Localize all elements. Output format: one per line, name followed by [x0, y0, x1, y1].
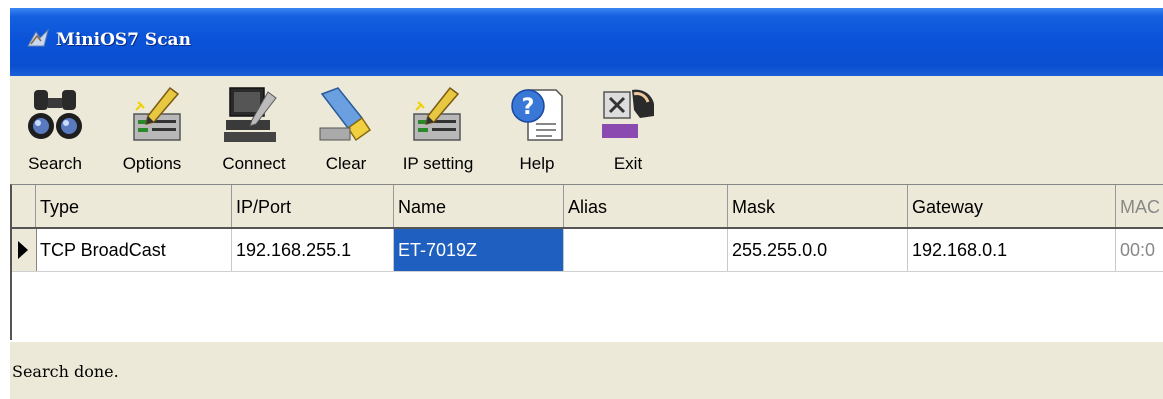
eraser-icon: [319, 87, 372, 142]
cell-type[interactable]: TCP BroadCast: [36, 229, 232, 271]
ip-setting-button[interactable]: IP setting: [390, 84, 486, 180]
status-bar: Search done.: [10, 340, 1163, 399]
binoculars-icon: [28, 90, 82, 139]
column-header-gateway[interactable]: Gateway: [908, 185, 1116, 227]
computer-connect-icon: [224, 87, 277, 142]
search-button-label: Search: [28, 154, 82, 173]
clear-button[interactable]: Clear: [310, 84, 382, 180]
options-button-label: Options: [122, 154, 182, 173]
exit-button-label: Exit: [613, 154, 643, 173]
column-header-ip-port[interactable]: IP/Port: [232, 185, 394, 227]
connect-button-label: Connect: [222, 154, 286, 173]
toolbar: Search Options Connect Clear IP setting …: [10, 76, 1163, 184]
search-button[interactable]: Search: [12, 84, 98, 180]
connect-button[interactable]: Connect: [206, 84, 302, 180]
cell-ip-port[interactable]: 192.168.255.1: [232, 229, 394, 271]
options-pencil-icon: [133, 86, 181, 141]
exit-button[interactable]: Exit: [590, 84, 666, 180]
table-header: Type IP/Port Name Alias Mask Gateway MAC: [12, 185, 1163, 229]
status-text: Search done.: [12, 362, 119, 381]
help-button-label: Help: [519, 154, 555, 173]
ip-setting-button-label: IP setting: [402, 154, 474, 173]
app-icon: [27, 28, 49, 47]
cell-mask[interactable]: 255.255.0.0: [728, 229, 908, 271]
cell-alias[interactable]: [564, 229, 728, 271]
help-document-icon: ?: [511, 89, 563, 141]
column-header-mac[interactable]: MAC: [1116, 185, 1163, 227]
table-row[interactable]: TCP BroadCast 192.168.255.1 ET-7019Z 255…: [12, 229, 1163, 272]
column-header-name[interactable]: Name: [394, 185, 564, 227]
options-button[interactable]: Options: [112, 84, 192, 180]
column-header-alias[interactable]: Alias: [564, 185, 728, 227]
current-row-indicator: [12, 229, 37, 271]
clear-button-label: Clear: [325, 154, 367, 173]
app-window: MiniOS7 Scan Search Options Connect Clea…: [10, 8, 1163, 399]
exit-hand-icon: [602, 89, 654, 138]
cell-name[interactable]: ET-7019Z: [394, 229, 564, 271]
column-header-type[interactable]: Type: [36, 185, 232, 227]
row-indicator-header: [12, 185, 36, 227]
row-pointer-icon: [18, 241, 28, 259]
cell-gateway[interactable]: 192.168.0.1: [908, 229, 1116, 271]
cell-mac[interactable]: 00:0: [1116, 229, 1163, 271]
title-bar[interactable]: MiniOS7 Scan: [10, 8, 1163, 76]
ip-setting-pencil-icon: [413, 86, 461, 141]
window-title: MiniOS7 Scan: [56, 30, 191, 50]
column-header-mask[interactable]: Mask: [728, 185, 908, 227]
help-button[interactable]: ? Help: [504, 84, 570, 180]
device-table[interactable]: Type IP/Port Name Alias Mask Gateway MAC…: [10, 184, 1163, 341]
svg-text:?: ?: [522, 95, 535, 120]
